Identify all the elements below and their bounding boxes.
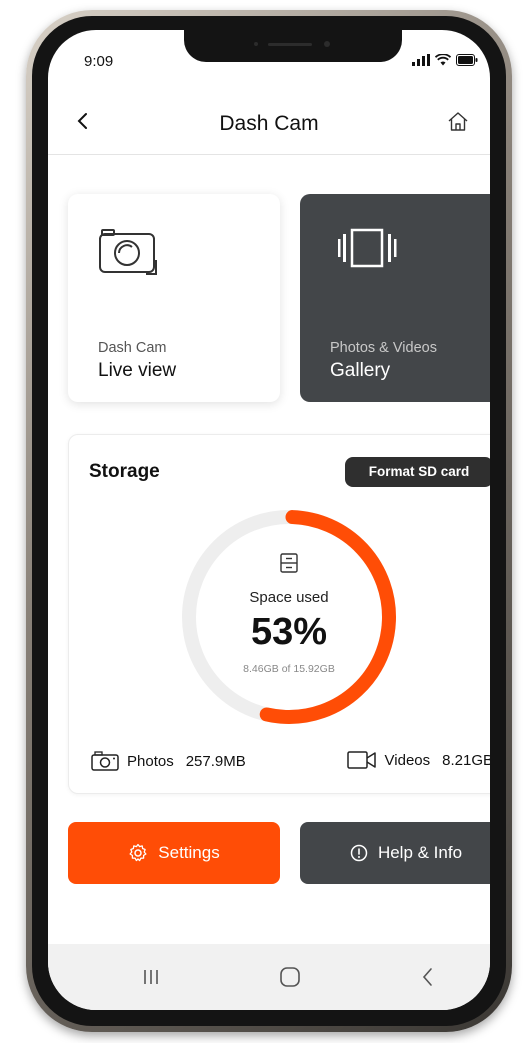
photos-value: 257.9MB <box>185 752 246 770</box>
phone-frame: 9:09 Dash Cam Dash Cam Live view Photos … <box>26 10 512 1032</box>
phone-bezel: 9:09 Dash Cam Dash Cam Live view Photos … <box>32 16 506 1026</box>
status-icons <box>412 54 478 66</box>
space-used-percent: 53% <box>250 611 328 653</box>
battery-icon <box>456 54 478 66</box>
recents-icon[interactable] <box>136 962 166 992</box>
settings-label: Settings <box>158 843 220 862</box>
home-icon[interactable] <box>446 110 470 134</box>
gallery-sublabel: Photos & Videos <box>330 340 437 356</box>
video-icon <box>346 751 376 769</box>
camera-icon <box>99 229 157 275</box>
gear-icon <box>129 843 147 862</box>
videos-value: 8.21GB <box>442 751 490 769</box>
gallery-icon <box>338 228 397 268</box>
phone-screen: 9:09 Dash Cam Dash Cam Live view Photos … <box>48 30 490 1010</box>
page-title: Dash Cam <box>219 112 319 135</box>
info-icon <box>350 844 368 862</box>
gallery-label: Gallery <box>330 360 391 381</box>
live-view-card[interactable]: Dash Cam Live view <box>68 194 280 402</box>
signal-icon <box>412 54 430 66</box>
photos-stat: Photos 257.9MB <box>91 751 246 771</box>
settings-button[interactable]: Settings <box>68 822 280 884</box>
gallery-card[interactable]: Photos & Videos Gallery <box>300 194 490 402</box>
space-used-detail: 8.46GB of 15.92GB <box>243 663 335 675</box>
storage-title: Storage <box>89 461 160 482</box>
system-nav-bar <box>48 944 490 1010</box>
storage-card: Storage Format SD card Space used 53% 8.… <box>68 434 490 794</box>
notch <box>184 30 402 62</box>
wifi-icon <box>435 54 451 66</box>
app-header: Dash Cam <box>48 96 490 155</box>
help-info-label: Help & Info <box>377 843 463 862</box>
live-view-label: Live view <box>98 360 177 381</box>
live-view-sublabel: Dash Cam <box>98 340 167 356</box>
back-nav-icon[interactable] <box>413 962 443 992</box>
home-nav-icon[interactable] <box>275 962 305 992</box>
status-time: 9:09 <box>84 53 114 70</box>
photo-icon <box>91 751 119 771</box>
photos-label: Photos <box>127 752 174 770</box>
help-info-button[interactable]: Help & Info <box>300 822 490 884</box>
videos-stat: Videos 8.21GB <box>346 751 490 769</box>
drawer-icon <box>280 553 298 573</box>
gauge-center: Space used 53% 8.46GB of 15.92GB <box>179 507 399 727</box>
space-used-label: Space used <box>249 589 329 606</box>
videos-label: Videos <box>384 751 431 769</box>
format-sd-card-button[interactable]: Format SD card <box>345 457 490 487</box>
